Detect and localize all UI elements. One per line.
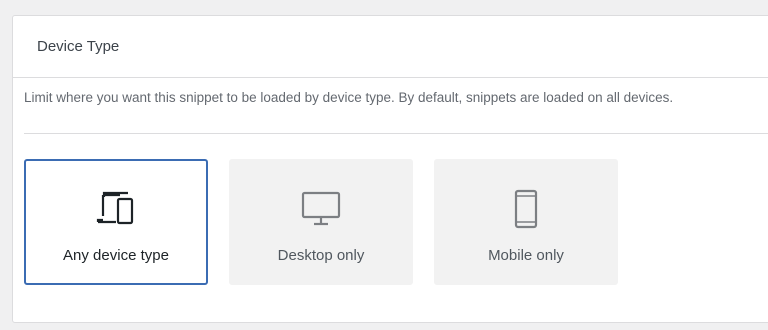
desktop-icon xyxy=(299,189,343,229)
option-any-device[interactable]: Any device type xyxy=(24,159,208,285)
option-label: Desktop only xyxy=(277,247,365,264)
panel-title: Device Type xyxy=(37,38,120,55)
divider xyxy=(24,133,768,134)
option-desktop-only[interactable]: Desktop only xyxy=(229,159,413,285)
option-mobile-only[interactable]: Mobile only xyxy=(434,159,618,285)
device-type-options: Any device type Desktop only Mobile only xyxy=(24,159,618,285)
panel-header: Device Type xyxy=(13,16,768,78)
option-label: Mobile only xyxy=(488,247,564,264)
option-label: Any device type xyxy=(63,247,169,264)
mobile-icon xyxy=(504,189,548,229)
devices-icon xyxy=(94,189,138,229)
device-type-description: Limit where you want this snippet to be … xyxy=(24,90,674,105)
